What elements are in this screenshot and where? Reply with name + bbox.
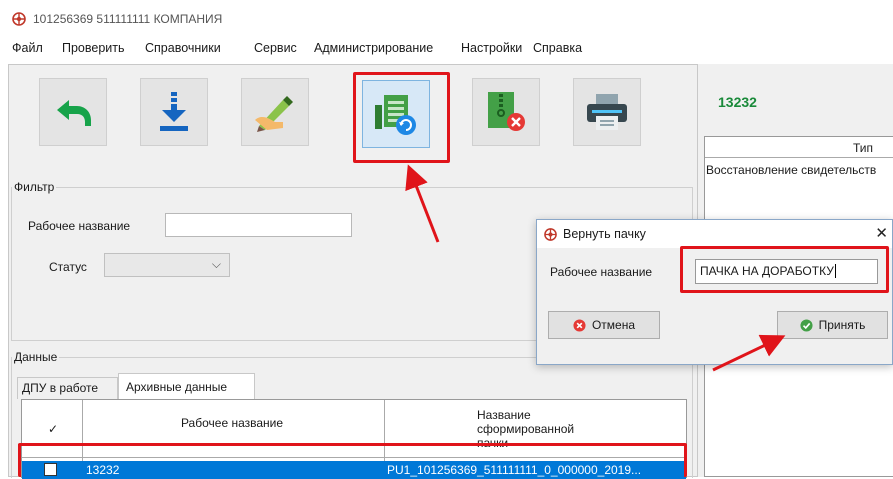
- arrow-to-accept: [712, 334, 786, 372]
- arrow-to-button: [405, 164, 440, 243]
- annotation-arrows: [405, 164, 786, 372]
